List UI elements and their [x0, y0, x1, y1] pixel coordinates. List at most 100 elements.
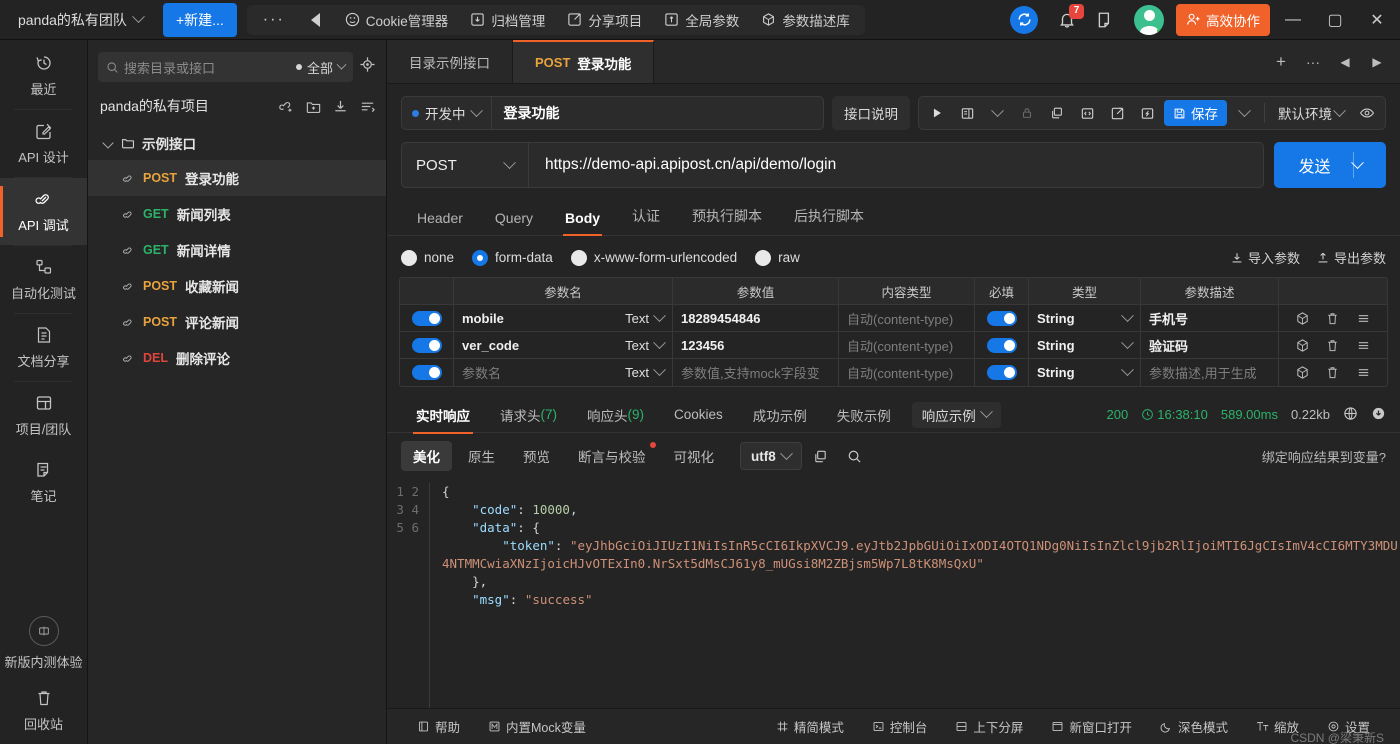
tree-api-comment-news[interactable]: POST 评论新闻 — [88, 304, 386, 340]
tab-auth[interactable]: 认证 — [616, 198, 676, 235]
search-input[interactable]: 搜索目录或接口 全部 — [98, 52, 353, 82]
response-tab-realtime[interactable]: 实时响应 — [401, 397, 485, 434]
menu-item-share[interactable]: 分享项目 — [556, 7, 653, 33]
copy-response-button[interactable] — [806, 442, 836, 470]
api-doc-button[interactable]: 接口说明 — [832, 96, 910, 130]
send-button[interactable]: 发送 — [1274, 142, 1386, 188]
response-example-select[interactable]: 响应示例 — [911, 401, 1001, 428]
param-value-input[interactable]: 参数值,支持mock字段变 — [681, 363, 820, 382]
lock-button[interactable] — [1012, 99, 1042, 127]
status-new-window-button[interactable]: 新窗口打开 — [1037, 717, 1146, 736]
request-name-input[interactable]: 登录功能 — [492, 103, 824, 123]
top-more-button[interactable]: ··· — [251, 11, 297, 29]
add-tab-button[interactable]: + — [1266, 40, 1296, 84]
mock-button[interactable] — [1132, 99, 1162, 127]
response-tab-response-headers[interactable]: 响应头 (9) — [572, 397, 659, 433]
layout-dropdown-button[interactable] — [982, 99, 1012, 127]
drag-icon[interactable] — [1356, 338, 1371, 353]
sidebar-item-project-team[interactable]: 项目/团队 — [0, 382, 87, 449]
sidebar-item-beta[interactable]: 新版内测体验 — [0, 610, 87, 677]
status-split-view-button[interactable]: 上下分屏 — [941, 717, 1037, 736]
save-button[interactable]: 保存 — [1164, 100, 1227, 126]
layout-button[interactable] — [952, 99, 982, 127]
box-icon[interactable] — [1295, 338, 1310, 353]
avatar[interactable] — [1134, 4, 1164, 35]
param-name-input[interactable]: 参数名 — [462, 363, 625, 382]
preview-env-button[interactable] — [1352, 99, 1382, 127]
notifications-button[interactable]: 7 — [1050, 3, 1084, 37]
tab-more-button[interactable]: ··· — [1298, 40, 1328, 84]
status-console-button[interactable]: 控制台 — [858, 717, 942, 736]
response-tab-request-headers[interactable]: 请求头 (7) — [485, 397, 572, 433]
copy-button[interactable] — [1042, 99, 1072, 127]
row-enabled-toggle[interactable] — [400, 332, 454, 358]
sidebar-item-api-design[interactable]: API 设计 — [0, 110, 87, 177]
menu-item-archive[interactable]: 归档管理 — [459, 7, 556, 33]
collapse-left-icon[interactable] — [310, 12, 320, 27]
window-maximize-button[interactable]: ▢ — [1316, 0, 1354, 40]
response-tab-success-example[interactable]: 成功示例 — [738, 397, 822, 433]
team-switcher[interactable]: panda的私有团队 — [12, 6, 149, 34]
status-dark-mode-button[interactable]: 深色模式 — [1146, 717, 1242, 736]
param-type-select[interactable]: String — [1037, 308, 1134, 326]
box-icon[interactable] — [1295, 311, 1310, 326]
code-button[interactable] — [1072, 99, 1102, 127]
tab-query[interactable]: Query — [479, 202, 549, 235]
download-icon[interactable] — [1371, 406, 1386, 424]
status-help-button[interactable]: 帮助 — [403, 717, 474, 736]
body-type-form-data[interactable]: form-data — [472, 249, 553, 266]
format-raw[interactable]: 原生 — [456, 441, 507, 471]
tab-post-script[interactable]: 后执行脚本 — [778, 198, 880, 235]
param-value-input[interactable]: 123456 — [681, 338, 724, 353]
export-params-button[interactable]: 导出参数 — [1316, 248, 1386, 267]
format-assertion[interactable]: 断言与校验 — [566, 441, 658, 471]
row-required-toggle[interactable] — [975, 305, 1029, 331]
param-desc-input[interactable]: 手机号 — [1149, 309, 1188, 328]
menu-item-param-lib[interactable]: 参数描述库 — [750, 7, 861, 33]
response-tab-failure-example[interactable]: 失败示例 — [822, 397, 906, 433]
sidebar-item-notes[interactable]: 笔记 — [0, 449, 87, 516]
body-type-none[interactable]: none — [401, 249, 454, 266]
delete-icon[interactable] — [1325, 365, 1340, 380]
export-button[interactable] — [1102, 99, 1132, 127]
param-texttype-select[interactable]: Text — [625, 308, 666, 326]
sidebar-item-recent[interactable]: 最近 — [0, 42, 87, 109]
add-api-button[interactable] — [278, 98, 295, 115]
status-mock-var-button[interactable]: 内置Mock变量 — [474, 717, 600, 736]
status-compact-mode-button[interactable]: 精简模式 — [762, 717, 858, 736]
http-method-select[interactable]: POST — [402, 143, 529, 187]
tab-body[interactable]: Body — [549, 202, 616, 236]
tab-header[interactable]: Header — [401, 202, 479, 235]
tree-folder-example[interactable]: 示例接口 — [88, 126, 386, 160]
tree-api-delete-comment[interactable]: DEL 删除评论 — [88, 340, 386, 376]
sidebar-item-automation[interactable]: 自动化测试 — [0, 246, 87, 313]
run-button[interactable] — [922, 99, 952, 127]
row-enabled-toggle[interactable] — [400, 305, 454, 331]
add-folder-button[interactable] — [305, 98, 322, 115]
tab-next-button[interactable]: ▶ — [1362, 40, 1392, 84]
new-button[interactable]: +新建... — [162, 2, 237, 37]
response-tab-cookies[interactable]: Cookies — [659, 397, 738, 433]
doc-tab-catalog[interactable]: 目录示例接口 — [387, 40, 513, 83]
tree-api-news-detail[interactable]: GET 新闻详情 — [88, 232, 386, 268]
collab-button[interactable]: 高效协作 — [1176, 3, 1270, 36]
sidebar-item-recycle[interactable]: 回收站 — [0, 677, 87, 744]
drag-icon[interactable] — [1356, 311, 1371, 326]
param-desc-input[interactable]: 参数描述,用于生成 — [1149, 363, 1257, 382]
sidebar-item-api-debug[interactable]: API 调试 — [0, 178, 87, 245]
format-beautify[interactable]: 美化 — [401, 441, 452, 471]
notes-button[interactable] — [1088, 3, 1122, 37]
format-visualize[interactable]: 可视化 — [662, 441, 727, 471]
sidebar-item-doc-share[interactable]: 文档分享 — [0, 314, 87, 381]
locate-button[interactable] — [359, 56, 376, 78]
globe-icon[interactable] — [1343, 406, 1358, 424]
param-type-select[interactable]: String — [1037, 363, 1134, 380]
row-required-toggle[interactable] — [975, 359, 1029, 386]
delete-icon[interactable] — [1325, 311, 1340, 326]
import-button[interactable] — [332, 98, 349, 115]
sync-button[interactable] — [1010, 5, 1038, 34]
box-icon[interactable] — [1295, 365, 1310, 380]
tree-api-news-list[interactable]: GET 新闻列表 — [88, 196, 386, 232]
tab-prev-button[interactable]: ◀ — [1330, 40, 1360, 84]
param-value-input[interactable]: 18289454846 — [681, 311, 761, 326]
